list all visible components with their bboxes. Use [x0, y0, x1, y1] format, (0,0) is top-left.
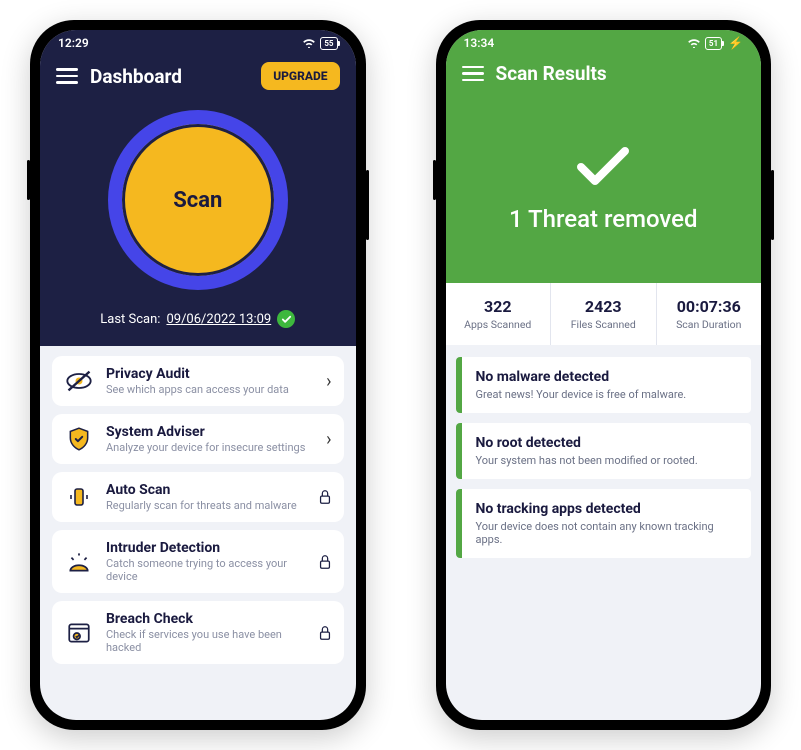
feature-item[interactable]: System AdviserAnalyze your device for in…: [52, 414, 344, 464]
feature-title: Breach Check: [106, 611, 306, 627]
checkmark-icon: [575, 145, 631, 193]
phone-results: 13:34 51 ⚡ Scan Results 1 Threat removed: [436, 20, 772, 730]
stat-label: Scan Duration: [661, 318, 758, 331]
results-hero: 1 Threat removed: [446, 95, 762, 253]
stat-item: 00:07:36 Scan Duration: [657, 283, 762, 345]
app-header: Scan Results: [446, 56, 762, 95]
feature-desc: Regularly scan for threats and malware: [106, 499, 306, 512]
chevron-right-icon: ›: [326, 429, 331, 450]
feature-desc: Check if services you use have been hack…: [106, 628, 306, 654]
result-item: No malware detected Great news! Your devi…: [456, 357, 752, 413]
result-title: No tracking apps detected: [476, 501, 738, 517]
wifi-icon: [302, 38, 316, 48]
hamburger-icon[interactable]: [56, 68, 78, 84]
hero-text: 1 Threat removed: [446, 205, 762, 233]
status-bar: 13:34 51 ⚡: [446, 30, 762, 56]
feature-desc: Analyze your device for insecure setting…: [106, 441, 314, 454]
lock-icon: [318, 554, 332, 570]
wifi-icon: [687, 38, 701, 48]
result-title: No malware detected: [476, 369, 738, 385]
result-desc: Your device does not contain any known t…: [476, 520, 738, 546]
phone-scan-icon: [64, 482, 94, 512]
stat-value: 00:07:36: [661, 297, 758, 316]
status-bar: 12:29 55: [40, 30, 356, 56]
scan-label: Scan: [173, 188, 222, 213]
feature-item[interactable]: Intruder DetectionCatch someone trying t…: [52, 530, 344, 593]
alarm-icon: [64, 547, 94, 577]
scan-button[interactable]: Scan: [108, 110, 288, 290]
app-header: Dashboard UPGRADE: [40, 56, 356, 100]
results-list: No malware detected Great news! Your devi…: [446, 345, 762, 570]
feature-item[interactable]: Breach CheckCheck if services you use ha…: [52, 601, 344, 664]
result-desc: Great news! Your device is free of malwa…: [476, 388, 738, 401]
last-scan-info: Last Scan: 09/06/2022 13:09: [40, 310, 356, 328]
lock-icon: [318, 625, 332, 641]
feature-title: System Adviser: [106, 424, 314, 440]
feature-desc: Catch someone trying to access your devi…: [106, 557, 306, 583]
battery-indicator: 55: [320, 37, 337, 50]
result-desc: Your system has not been modified or roo…: [476, 454, 738, 467]
result-item: No root detected Your system has not been…: [456, 423, 752, 479]
chevron-right-icon: ›: [326, 371, 331, 392]
feature-title: Privacy Audit: [106, 366, 314, 382]
stats-row: 322 Apps Scanned 2423 Files Scanned 00:07:36…: [446, 283, 762, 345]
charging-icon: ⚡: [728, 36, 743, 50]
feature-item[interactable]: Privacy AuditSee which apps can access y…: [52, 356, 344, 406]
phone-dashboard: 12:29 55 Dashboard UPGRADE Scan Last Sca…: [30, 20, 366, 730]
stat-item: 2423 Files Scanned: [551, 283, 657, 345]
status-time: 12:29: [58, 36, 89, 50]
stat-label: Apps Scanned: [450, 318, 547, 331]
hamburger-icon[interactable]: [462, 66, 484, 82]
page-title: Dashboard: [90, 65, 249, 88]
last-scan-prefix: Last Scan:: [100, 312, 160, 327]
browser-check-icon: [64, 618, 94, 648]
page-title: Scan Results: [496, 62, 746, 85]
status-time: 13:34: [464, 36, 495, 50]
feature-title: Intruder Detection: [106, 540, 306, 556]
check-icon: [277, 310, 295, 328]
result-item: No tracking apps detected Your device doe…: [456, 489, 752, 558]
battery-indicator: 51: [705, 37, 722, 50]
feature-title: Auto Scan: [106, 482, 306, 498]
stat-item: 322 Apps Scanned: [446, 283, 552, 345]
stat-value: 322: [450, 297, 547, 316]
feature-desc: See which apps can access your data: [106, 383, 314, 396]
upgrade-button[interactable]: UPGRADE: [261, 62, 339, 90]
eye-crossed-icon: [64, 366, 94, 396]
lock-icon: [318, 489, 332, 505]
shield-check-icon: [64, 424, 94, 454]
stat-label: Files Scanned: [555, 318, 652, 331]
stat-value: 2423: [555, 297, 652, 316]
last-scan-date: 09/06/2022 13:09: [166, 312, 271, 327]
result-title: No root detected: [476, 435, 738, 451]
feature-item[interactable]: Auto ScanRegularly scan for threats and …: [52, 472, 344, 522]
feature-list: Privacy AuditSee which apps can access y…: [40, 346, 356, 674]
